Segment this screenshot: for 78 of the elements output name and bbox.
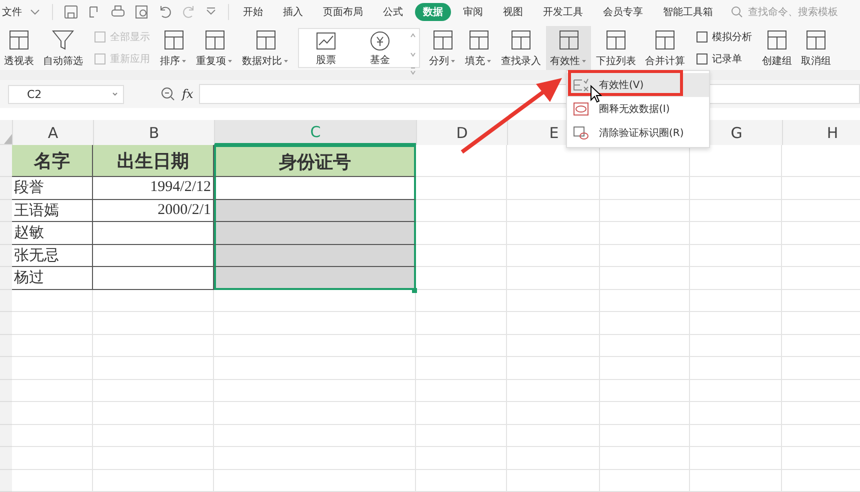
search-icon bbox=[731, 6, 744, 18]
file-menu[interactable]: 文件 bbox=[2, 5, 22, 19]
caret-icon bbox=[450, 58, 456, 64]
table-cell[interactable] bbox=[214, 267, 416, 290]
row-header[interactable] bbox=[0, 177, 12, 200]
caret-icon bbox=[581, 58, 587, 64]
table-cell: 赵敏 bbox=[12, 222, 93, 244]
ribbon-small-button[interactable]: 模拟分析 bbox=[693, 28, 754, 46]
menu-tab[interactable]: 视图 bbox=[495, 3, 532, 21]
column-header[interactable]: H bbox=[782, 120, 860, 145]
table-cell[interactable] bbox=[214, 200, 416, 222]
fill-handle[interactable] bbox=[412, 288, 417, 293]
row-header[interactable] bbox=[0, 470, 12, 492]
row-header[interactable] bbox=[0, 447, 12, 470]
menu-tab[interactable]: 会员专享 bbox=[595, 3, 652, 21]
ribbon-button[interactable]: 创建组 bbox=[758, 26, 796, 70]
redo-icon[interactable] bbox=[180, 4, 196, 20]
name-box[interactable]: C2 bbox=[8, 84, 124, 104]
search-field[interactable]: 查找命令、搜索模板 bbox=[731, 6, 860, 18]
row-header[interactable] bbox=[0, 244, 12, 267]
column-header[interactable]: D bbox=[416, 120, 507, 145]
ribbon-button[interactable]: 排序 bbox=[156, 26, 191, 70]
caret-icon bbox=[283, 58, 289, 64]
table-header-cell: 名字 bbox=[12, 145, 93, 177]
table-header-cell: 身份证号 bbox=[214, 145, 416, 177]
menu-tab[interactable]: 插入 bbox=[275, 3, 312, 21]
menu-tab[interactable]: 开发工具 bbox=[535, 3, 592, 21]
table-cell: 杨过 bbox=[12, 267, 93, 290]
ribbon-button[interactable]: 自动筛选 bbox=[39, 26, 87, 70]
zoom-icon[interactable] bbox=[160, 86, 176, 102]
row-header[interactable] bbox=[0, 312, 12, 334]
preview-icon[interactable] bbox=[134, 4, 150, 20]
row-header[interactable] bbox=[0, 424, 12, 447]
erase-icon bbox=[573, 126, 589, 140]
row-header[interactable] bbox=[0, 222, 12, 244]
row-header[interactable] bbox=[0, 380, 12, 402]
row-header[interactable] bbox=[0, 200, 12, 222]
menu-item[interactable]: 圈释无效数据(I) bbox=[567, 97, 709, 121]
menu-tab[interactable]: 页面布局 bbox=[315, 3, 372, 21]
ribbon-button[interactable]: 合并计算 bbox=[641, 26, 689, 70]
chart-icon bbox=[315, 30, 337, 52]
gallery-button[interactable]: 股票 bbox=[299, 30, 353, 66]
gallery-button[interactable]: 基金 bbox=[353, 30, 407, 66]
menu-tab[interactable]: 智能工具箱 bbox=[655, 3, 722, 21]
menu-tab[interactable]: 开始 bbox=[235, 3, 272, 21]
row-header[interactable] bbox=[0, 267, 12, 290]
fx-label[interactable]: fx bbox=[182, 87, 194, 101]
row-header[interactable] bbox=[0, 145, 12, 177]
menu-tab[interactable]: 公式 bbox=[375, 3, 412, 21]
ribbon-button[interactable]: 下拉列表 bbox=[592, 26, 640, 70]
ribbon-button[interactable]: 数据对比 bbox=[238, 26, 293, 70]
table-cell: 段誉 bbox=[12, 177, 93, 200]
table-cell: 张无忌 bbox=[12, 244, 93, 267]
ribbon-button[interactable]: 透视表 bbox=[0, 26, 38, 70]
select-all-icon[interactable] bbox=[4, 134, 12, 144]
caret-icon bbox=[111, 90, 119, 98]
ribbon-button[interactable]: 取消组 bbox=[797, 26, 835, 70]
ribbon-button[interactable]: 分列 bbox=[425, 26, 460, 70]
row-header[interactable] bbox=[0, 290, 12, 312]
save-icon[interactable] bbox=[62, 4, 78, 20]
table-cell[interactable] bbox=[214, 222, 416, 244]
menu-tab[interactable]: 审阅 bbox=[455, 3, 492, 21]
table-cell[interactable] bbox=[214, 177, 416, 200]
caret-icon bbox=[227, 58, 233, 64]
table-cell[interactable] bbox=[214, 244, 416, 267]
ribbon-button[interactable]: 填充 bbox=[461, 26, 496, 70]
ribbon-button[interactable]: 重复项 bbox=[192, 26, 237, 70]
table-cell: 王语嫣 bbox=[12, 200, 93, 222]
ribbon-small-button[interactable]: 记录单 bbox=[693, 50, 754, 68]
ribbon-button[interactable]: 有效性 bbox=[546, 26, 591, 70]
table-header-cell: 出生日期 bbox=[93, 145, 214, 177]
coin-icon bbox=[369, 30, 391, 52]
row-header[interactable] bbox=[0, 334, 12, 357]
caret-icon bbox=[181, 58, 187, 64]
ribbon-button[interactable]: 查找录入 bbox=[497, 26, 545, 70]
caret-icon bbox=[486, 58, 492, 64]
row-header[interactable] bbox=[0, 357, 12, 380]
row-header[interactable] bbox=[0, 402, 12, 424]
